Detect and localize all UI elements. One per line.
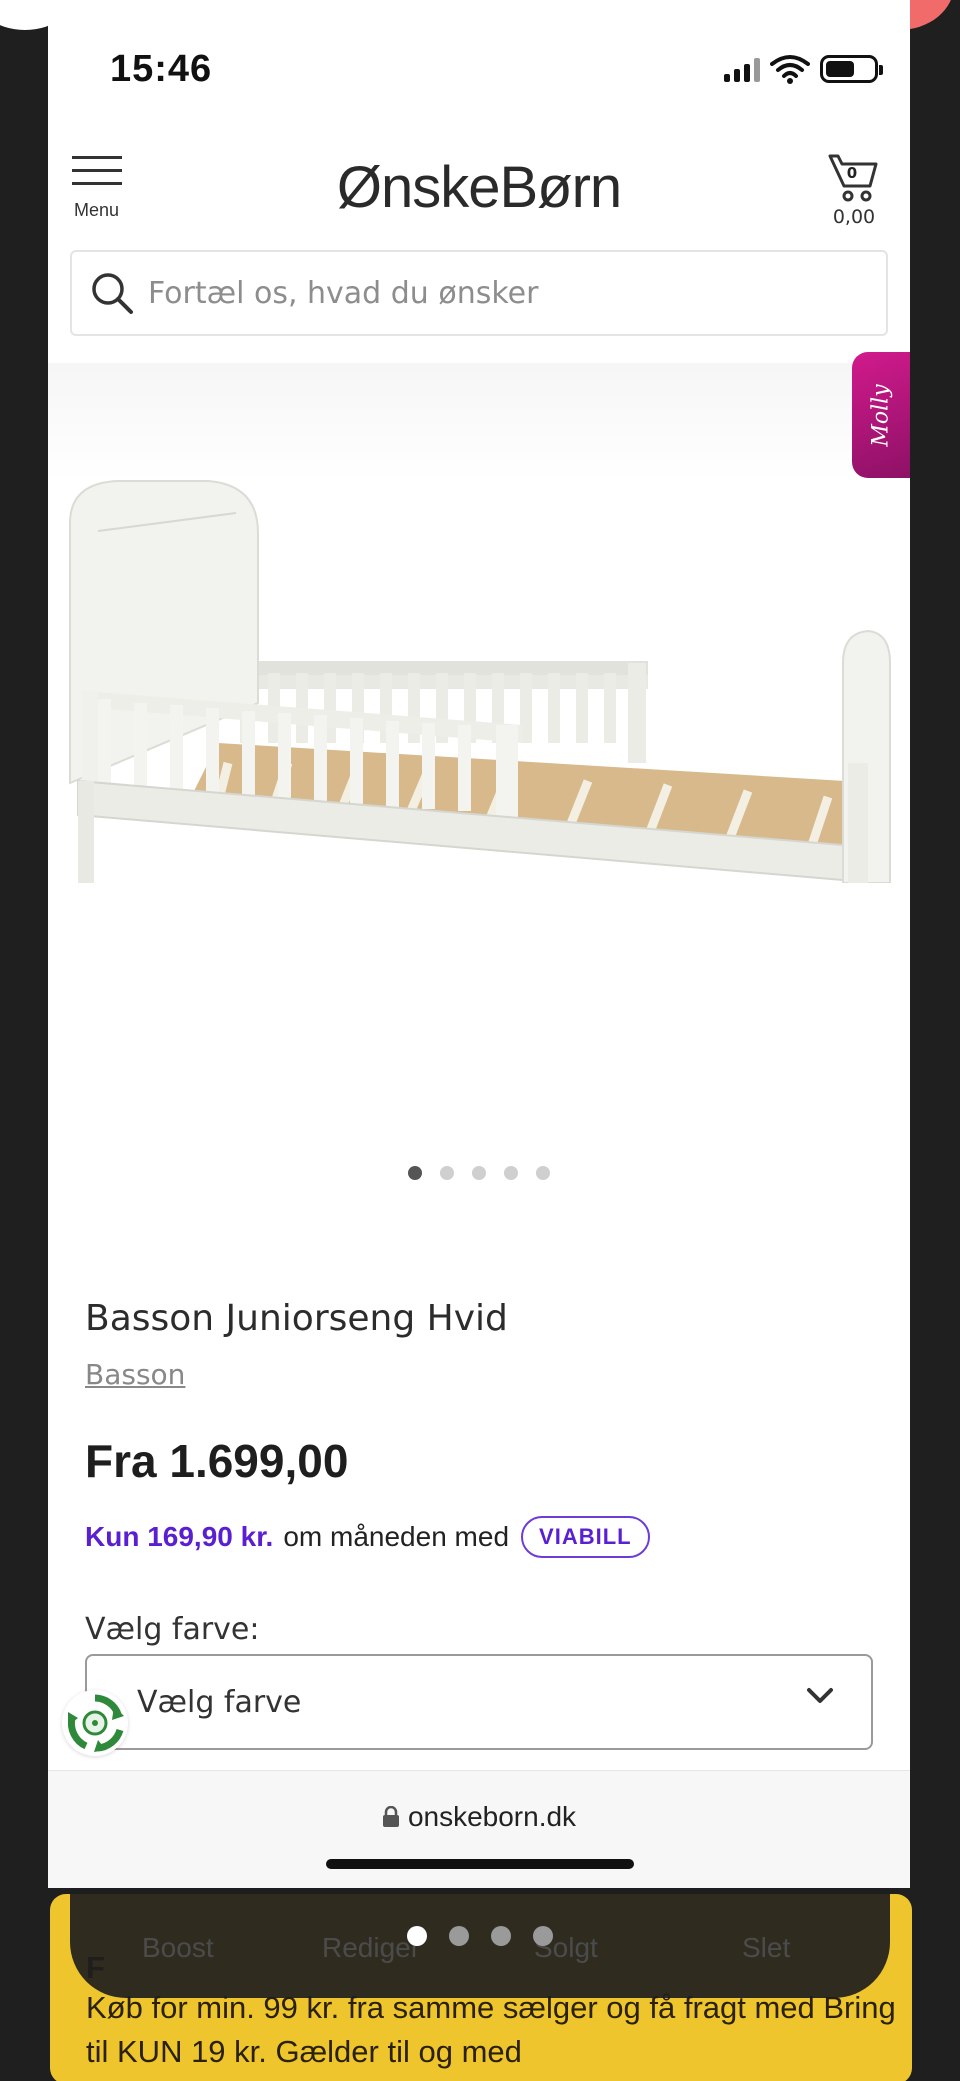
- gallery-dots: [48, 1166, 910, 1180]
- gallery-dot[interactable]: [504, 1166, 518, 1180]
- product-image-gallery[interactable]: [48, 363, 910, 1213]
- product-brand-link[interactable]: Basson: [85, 1358, 185, 1391]
- status-icons: [724, 54, 883, 84]
- url-text: onskeborn.dk: [407, 1801, 577, 1832]
- gallery-dot[interactable]: [472, 1166, 486, 1180]
- home-indicator[interactable]: [326, 1859, 634, 1869]
- wifi-icon: [770, 55, 810, 84]
- financing-amount: Kun 169,90 kr.: [85, 1521, 274, 1552]
- color-select[interactable]: Vælg farve: [85, 1654, 873, 1750]
- gallery-dot[interactable]: [408, 1166, 422, 1180]
- status-time: 15:46: [110, 48, 213, 90]
- gallery-dot[interactable]: [440, 1166, 454, 1180]
- page-dot[interactable]: [449, 1926, 469, 1946]
- battery-icon: [820, 55, 883, 83]
- financing-text: om måneden med: [283, 1521, 510, 1552]
- site-logo[interactable]: ØnskeBørn: [48, 154, 910, 221]
- recycle-widget-button[interactable]: [62, 1690, 128, 1756]
- cart-count: 0: [846, 164, 858, 182]
- product-price: Fra 1.699,00: [85, 1435, 349, 1487]
- browser-address-bar[interactable]: onskeborn.dk: [48, 1770, 910, 1888]
- viabill-badge[interactable]: VIABILL: [521, 1516, 650, 1558]
- page-indicator: [0, 1926, 960, 1946]
- chevron-down-icon: [807, 1688, 833, 1703]
- lock-icon: [382, 1805, 399, 1827]
- page-dot[interactable]: [491, 1926, 511, 1946]
- page-dot[interactable]: [533, 1926, 553, 1946]
- search-icon: [92, 273, 133, 314]
- recycle-icon: [67, 1694, 124, 1752]
- color-select-label: Vælg farve:: [85, 1612, 260, 1647]
- cart-button[interactable]: 0 0,00: [826, 152, 882, 232]
- cellular-signal-icon: [724, 56, 760, 82]
- financing-info[interactable]: Kun 169,90 kr. om måneden med VIABILL: [85, 1516, 650, 1558]
- gallery-dot[interactable]: [536, 1166, 550, 1180]
- color-select-value: Vælg farve: [137, 1684, 302, 1720]
- molly-tab-label: Molly: [868, 383, 894, 447]
- molly-chat-tab[interactable]: Molly: [852, 352, 910, 478]
- product-image-bed: [69, 480, 891, 883]
- listing-description: Køb for min. 99 kr. fra samme sælger og …: [86, 1990, 896, 2069]
- product-title: Basson Juniorseng Hvid: [85, 1298, 508, 1339]
- search-bar[interactable]: [70, 250, 888, 336]
- search-input[interactable]: [148, 275, 848, 311]
- url-field[interactable]: onskeborn.dk: [48, 1801, 910, 1833]
- page-dot[interactable]: [407, 1926, 427, 1946]
- status-bar: 15:46: [48, 40, 910, 100]
- site-header: Menu ØnskeBørn 0 0,00: [48, 138, 910, 238]
- phone-screen: 15:46 Menu ØnskeBørn 0 0,00 Fortæl os, h…: [48, 0, 910, 1888]
- cart-total: 0,00: [832, 206, 876, 228]
